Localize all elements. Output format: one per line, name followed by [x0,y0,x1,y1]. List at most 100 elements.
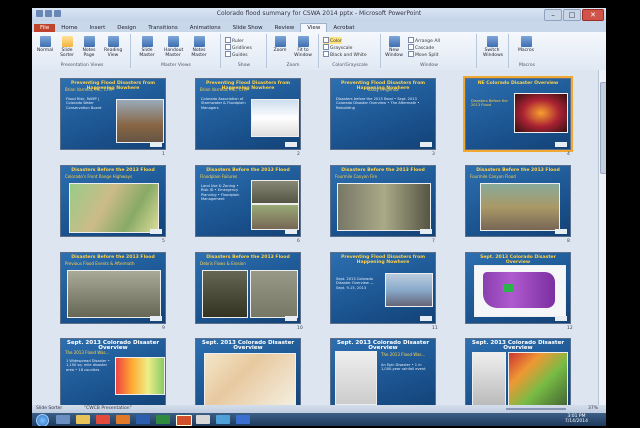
slide-photo [116,99,164,143]
scrollbar-thumb[interactable] [600,82,606,174]
zoom-button[interactable]: Zoom [271,36,289,53]
reading-view-button[interactable]: Reading View [104,36,122,58]
slide-thumbnail[interactable]: Preventing Flood Disasters from Happenin… [330,252,436,324]
ribbon-tabs: File Home Insert Design Transitions Anim… [32,21,606,32]
ruler-checkbox[interactable]: Ruler [225,37,244,44]
slide-master-button[interactable]: Slide Master [138,36,156,58]
slide-photo [480,183,560,231]
notes-page-button[interactable]: Notes Page [80,36,98,58]
fit-to-window-button[interactable]: Fit to Window [294,36,312,58]
slide-thumbnail[interactable]: Preventing Flood Disasters from Happenin… [195,78,301,150]
tab-animations[interactable]: Animations [184,24,227,32]
title-bar: Colorado flood summary for CSWA 2014 ppt… [32,8,606,21]
new-window-button[interactable]: New Window [385,36,403,58]
tab-review[interactable]: Review [269,24,301,32]
cwcb-logo [555,229,567,234]
ie-icon[interactable] [56,415,70,424]
close-button[interactable]: ✕ [582,9,604,21]
slide-thumbnail[interactable]: Disasters Before the 2013 Flood Fourmile… [330,165,436,237]
black-and-white-option[interactable]: Black and White [323,51,367,58]
tab-home[interactable]: Home [55,24,83,32]
chrome-icon[interactable] [96,415,110,424]
tab-view[interactable]: View [300,23,328,32]
vertical-scrollbar[interactable] [598,70,606,405]
tab-acrobat[interactable]: Acrobat [327,24,360,32]
macros-icon [520,36,532,47]
app-icon[interactable] [236,415,250,424]
switch-windows-button[interactable]: Switch Windows [483,36,503,58]
start-button[interactable] [36,414,49,426]
slide-thumbnail[interactable]: Sept. 2013 Colorado Disaster Overview Th… [60,338,166,405]
word-icon[interactable] [136,415,150,424]
notes-master-button[interactable]: Notes Master [190,36,208,58]
tab-insert[interactable]: Insert [83,24,111,32]
excel-icon[interactable] [156,415,170,424]
zoom-level[interactable]: 37% [588,406,598,411]
slide-title: Disasters Before the 2013 Flood [476,168,560,173]
slide-number: 7 [432,239,435,244]
minimize-button[interactable]: – [544,9,562,21]
slide-chart [472,352,506,405]
group-zoom: Zoom Fit to Window Zoom [268,34,319,68]
slide-thumbnail[interactable]: Disasters Before the 2013 Flood Debris F… [195,252,301,324]
slide-thumbnail[interactable]: Disasters Before the 2013 Flood Floodpla… [195,165,301,237]
zoom-slider[interactable] [506,408,566,410]
switch-windows-icon [486,36,498,47]
slide-title: Sept. 2013 Colorado Disaster Overview [480,255,556,266]
cascade-button[interactable]: Cascade [408,44,434,51]
move-split-button[interactable]: Move Split [408,51,438,58]
slide-number: 11 [432,326,438,331]
notepad-icon[interactable] [196,415,210,424]
app-icon[interactable] [216,415,230,424]
tab-transitions[interactable]: Transitions [142,24,183,32]
slide-thumbnail[interactable]: Sept. 2013 Colorado Disaster Overview [465,338,571,405]
color-option[interactable]: Color [323,37,342,44]
slide-number: 10 [297,326,303,331]
slide-title: Preventing Flood Disasters from Happenin… [340,255,426,266]
slide-body: Sept. 2013 Colorado Disaster Overview — … [336,277,374,290]
slide-sorter-pane: Preventing Flood Disasters from Happenin… [32,70,598,405]
explorer-icon[interactable] [76,415,90,424]
slide-title: Disasters Before the 2013 Flood [341,168,425,173]
system-clock[interactable]: 3:01 PM 7/14/2014 [565,414,588,424]
slide-thumbnail[interactable]: Disasters Before the 2013 Flood Previous… [60,252,166,324]
slide-thumbnail[interactable]: Sept. 2013 Colorado Disaster Overview [195,338,301,405]
slide-map [115,357,165,395]
slide-thumbnail[interactable]: Disasters Before the 2013 Flood Colorado… [60,165,166,237]
slide-newspaper [335,351,377,405]
slide-number: 1 [162,152,165,157]
slide-thumbnail[interactable]: Preventing Flood Disasters from Happenin… [60,78,166,150]
slide-subtitle: Floodplain Failures [200,174,238,179]
group-label: Macros [519,63,535,68]
handout-master-button[interactable]: Handout Master [164,36,183,58]
arrange-all-button[interactable]: Arrange All [408,37,440,44]
normal-view-button[interactable]: Normal [36,36,54,53]
gridlines-checkbox[interactable]: Gridlines [225,44,252,51]
slide-body: Land Use & Zoning • Risk ID • Emergency … [201,184,240,201]
cwcb-logo [420,316,432,321]
guides-checkbox[interactable]: Guides [225,51,248,58]
slide-thumbnail[interactable]: Preventing Flood Disasters from Happenin… [330,78,436,150]
slide-body: Flood Risk, RAMP | Colorado Water Conser… [66,97,102,110]
tab-slide-show[interactable]: Slide Show [227,24,269,32]
slide-thumbnail[interactable]: Disasters Before the 2013 Flood Fourmile… [465,165,571,237]
tab-design[interactable]: Design [111,24,142,32]
slide-subtitle: The 2013 Flood Was... [381,352,426,357]
powerpoint-icon[interactable] [176,415,192,426]
outlook-icon[interactable] [116,415,130,424]
arrange-all-icon [408,37,414,43]
maximize-button[interactable]: □ [563,9,581,21]
slide-sorter-button[interactable]: Slide Sorter [58,36,76,58]
tab-file[interactable]: File [34,24,56,32]
slide-rainfall-map [508,352,568,405]
slide-thumbnail[interactable]: NE Colorado Disaster Overview Disasters … [463,76,573,152]
grayscale-option[interactable]: Grayscale [323,44,352,51]
slide-thumbnail[interactable]: Sept. 2013 Colorado Disaster Overview Th… [330,338,436,405]
slide-thumbnail[interactable]: Sept. 2013 Colorado Disaster Overview [465,252,571,324]
powerpoint-window: Colorado flood summary for CSWA 2014 ppt… [32,8,606,426]
macros-button[interactable]: Macros [517,36,535,53]
handout-master-icon [167,36,179,47]
status-view: Slide Sorter [36,406,63,411]
notes-master-icon [193,36,205,47]
checkbox-icon [225,37,231,43]
